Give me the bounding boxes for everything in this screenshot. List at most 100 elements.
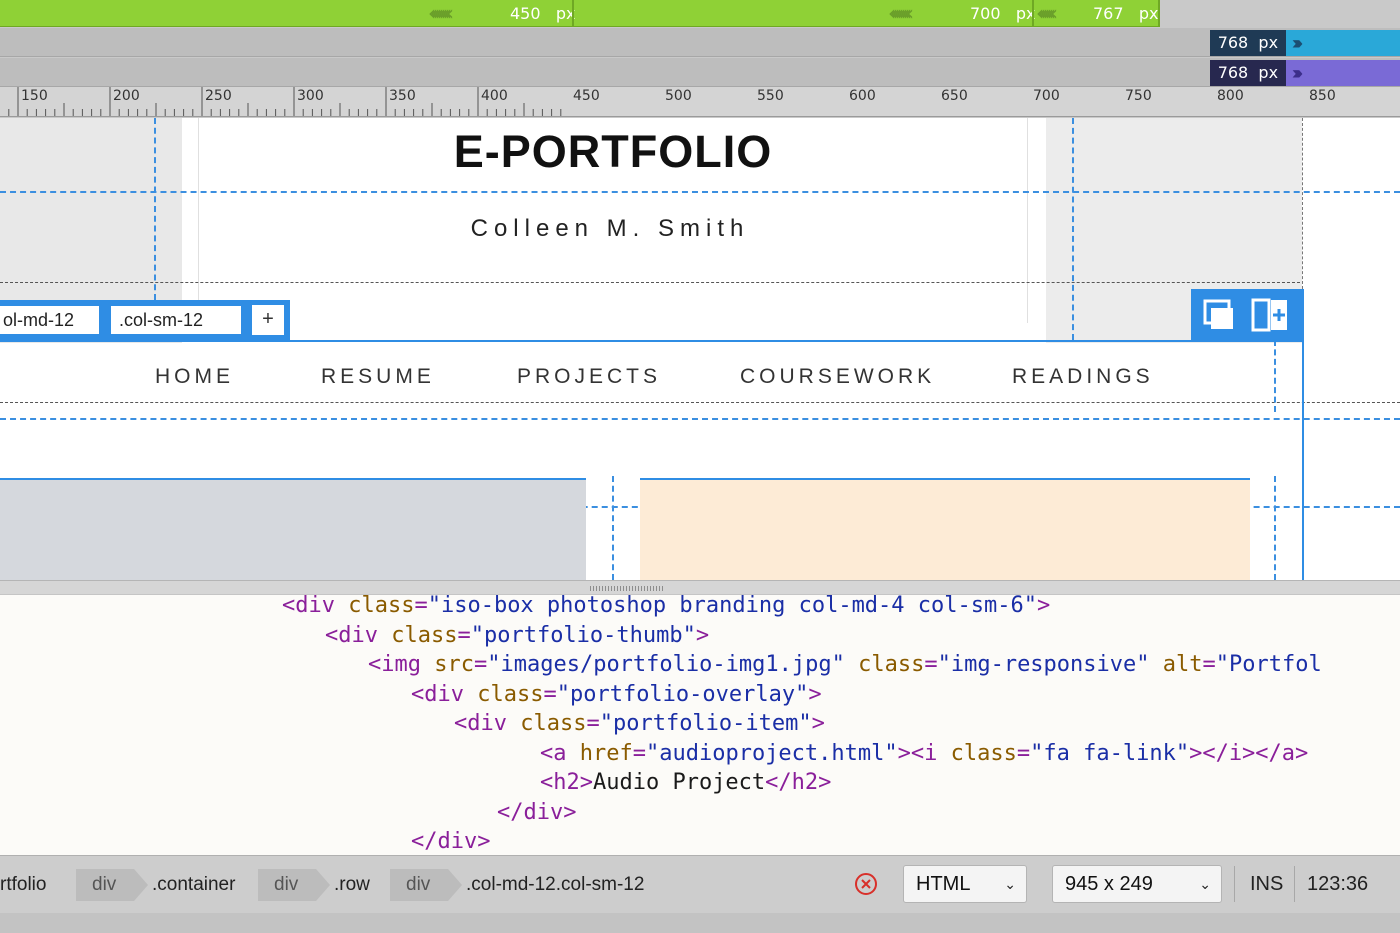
page-title[interactable]: E-PORTFOLIO (0, 126, 1226, 178)
code-token: href (579, 740, 633, 766)
guide-line (1302, 118, 1303, 289)
ruler-label: 550 (757, 88, 784, 104)
horizontal-ruler: 150 200 250 300 350 400 450 500 550 600 650 700 750 8… (0, 87, 1400, 117)
code-token: "img-responsive" (937, 652, 1150, 677)
document-type-value: HTML (916, 873, 971, 895)
media-query-768-label: 768 px (1209, 30, 1287, 56)
code-token: = (414, 595, 428, 618)
code-line[interactable]: <div class="portfolio-overlay"> (411, 680, 822, 709)
code-token: <a (540, 740, 580, 766)
split-view-divider[interactable] (0, 580, 1400, 595)
code-token: "portfolio-item" (599, 711, 812, 736)
portfolio-box-1[interactable] (0, 478, 586, 580)
breadcrumb-tag[interactable]: div (390, 869, 463, 901)
window-size-value: 945 x 249 (1065, 873, 1153, 895)
nav-coursework[interactable]: COURSEWORK (740, 365, 935, 389)
code-token: = (473, 652, 488, 677)
duplicate-icon[interactable] (1197, 297, 1241, 333)
code-line[interactable]: <h2>Audio Project</h2> (540, 768, 831, 797)
code-token: "iso-box photoshop branding col-md-4 col… (427, 595, 1037, 618)
code-token: class (950, 740, 1017, 766)
code-token: src (434, 652, 474, 677)
breadcrumb-item-current[interactable]: .col-md-12.col-sm-12 (466, 869, 644, 901)
element-class-bar: ol-md-12 .col-sm-12 + (0, 300, 290, 340)
code-token: <img (368, 652, 435, 677)
code-token: = (543, 681, 557, 707)
window-size-select[interactable]: 945 x 249 ⌄ (1052, 865, 1222, 903)
code-token: "portfolio-thumb" (470, 622, 696, 648)
code-token: > (811, 711, 825, 736)
media-query-bar-max-width[interactable]: ‹‹‹‹‹‹‹‹‹‹ 450 px ‹‹‹‹‹‹‹‹‹‹ 700 px ‹‹‹‹… (0, 0, 1400, 27)
ruler-label: 800 (1217, 88, 1244, 104)
guide-line (0, 191, 1400, 193)
divider (572, 0, 574, 27)
code-token: "Portfol (1215, 652, 1322, 677)
code-token: "fa fa-link" (1030, 740, 1190, 766)
media-query-768-label: 768 px (1209, 60, 1287, 86)
nav-projects[interactable]: PROJECTS (517, 365, 661, 389)
design-view[interactable]: E-PORTFOLIO Colleen M. Smith ol-md-12 .c… (0, 118, 1400, 580)
code-token: > (1037, 595, 1051, 618)
breadcrumb-tag[interactable]: div (76, 869, 149, 901)
nav-readings[interactable]: READINGS (1012, 365, 1154, 389)
code-token: ></i></a> (1189, 740, 1309, 766)
code-view[interactable]: <div class="iso-box photoshop branding c… (0, 595, 1400, 855)
code-line[interactable]: </div> (411, 827, 490, 855)
media-query-pill-768-range[interactable]: 768 px ›››››› (1209, 60, 1400, 86)
media-query-700[interactable]: 700 px (970, 0, 1035, 28)
ruler-label: 350 (389, 88, 416, 104)
add-column-icon[interactable] (1247, 297, 1291, 333)
code-line[interactable]: </div> (497, 798, 576, 827)
portfolio-box-2[interactable] (640, 478, 1250, 580)
media-query-767[interactable]: 767 px (1093, 0, 1158, 28)
nav-resume[interactable]: RESUME (321, 365, 435, 389)
code-token: = (1016, 740, 1031, 766)
code-token: <div (411, 681, 478, 707)
ruler-label: 700 (1033, 88, 1060, 104)
code-token: </div> (497, 799, 577, 825)
resize-grip-icon[interactable] (590, 586, 664, 591)
breadcrumb-item[interactable]: rtfolio (0, 869, 46, 901)
code-token: <div (282, 595, 349, 618)
ruler-label: 300 (297, 88, 324, 104)
code-line[interactable]: <div class="portfolio-thumb"> (325, 621, 709, 650)
guide-line (154, 118, 156, 300)
code-token: = (586, 711, 600, 736)
class-tab-col-md-12[interactable]: ol-md-12 (0, 305, 100, 335)
element-tools (1191, 289, 1304, 341)
chevron-down-icon: ⌄ (1199, 876, 1211, 892)
code-token: ><i (897, 740, 951, 766)
breadcrumb-item[interactable]: .row (334, 869, 370, 901)
code-token: <div (454, 711, 521, 736)
code-token: </div> (411, 829, 491, 854)
code-line[interactable]: <div class="portfolio-item"> (454, 709, 825, 738)
page-subtitle[interactable]: Colleen M. Smith (0, 215, 1220, 243)
code-token: "audioproject.html" (645, 740, 898, 766)
error-icon[interactable] (854, 872, 878, 896)
guide-line (0, 282, 1300, 283)
add-class-button[interactable]: + (252, 305, 284, 335)
class-tab-col-sm-12[interactable]: .col-sm-12 (110, 305, 242, 335)
insert-mode[interactable]: INS (1250, 872, 1283, 896)
code-line[interactable]: <a href="audioproject.html"><i class="fa… (540, 739, 1308, 768)
code-token: "images/portfolio-img1.jpg" (487, 652, 845, 677)
code-line[interactable]: <div class="iso-box photoshop branding c… (282, 595, 1050, 620)
media-query-pill-768-min[interactable]: 768 px ›››››› (1209, 30, 1400, 56)
media-query-450[interactable]: 450 px (510, 0, 575, 28)
ruler-label: 600 (849, 88, 876, 104)
code-token: class (348, 595, 415, 618)
nav-home[interactable]: HOME (155, 365, 234, 389)
ruler-label: 250 (205, 88, 232, 104)
document-type-select[interactable]: HTML ⌄ (903, 865, 1027, 903)
code-token: = (457, 622, 471, 648)
ruler-label: 500 (665, 88, 692, 104)
code-token: class (520, 711, 587, 736)
code-token: = (1202, 652, 1216, 677)
media-query-row-purple: 768 px ›››››› (0, 58, 1400, 87)
breadcrumb-item[interactable]: .container (152, 869, 235, 901)
ruler-label: 150 (21, 88, 48, 104)
chevron-right-icon: ›››››› (1286, 60, 1304, 86)
code-line[interactable]: <img src="images/portfolio-img1.jpg" cla… (368, 650, 1322, 679)
breadcrumb-tag[interactable]: div (258, 869, 331, 901)
